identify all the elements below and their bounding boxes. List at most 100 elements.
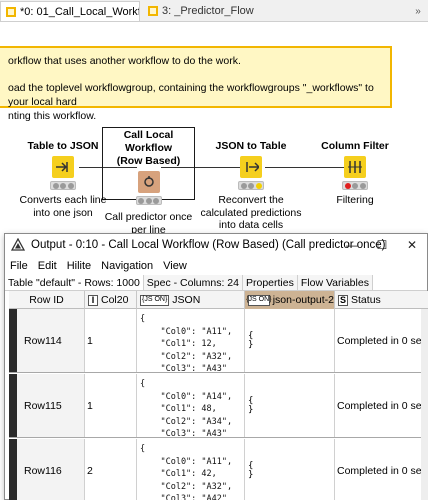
col20-cell: 1 <box>85 374 137 437</box>
tab-flow-variables[interactable]: Flow Variables <box>297 275 373 290</box>
table-row[interactable]: Row115 1 { "Col0": "A14", "Col1": 48, "C… <box>9 374 428 438</box>
json-value: { "Col0": "A11", "Col1": 12, "Col2": "A3… <box>140 314 233 372</box>
tab-table[interactable]: Table "default" - Rows: 1000 <box>5 275 144 290</box>
minimize-icon[interactable]: — <box>337 234 367 256</box>
node-title: Column Filter <box>321 140 389 152</box>
menu-file[interactable]: File <box>10 260 28 272</box>
table-header: Row ID I Col20 {JS ON} JSON {JS ON} json… <box>9 291 428 309</box>
col20-cell: 1 <box>85 309 137 372</box>
col20-value: 1 <box>87 334 93 347</box>
json-cell: { "Col0": "A14", "Col1": 48, "Col2": "A3… <box>137 374 245 437</box>
row-marker <box>9 309 17 372</box>
status-value: Completed in 0 secs <box>337 334 428 347</box>
node-title: Table to JSON <box>27 140 99 152</box>
col20-value: 1 <box>87 399 93 412</box>
row-marker <box>9 374 17 437</box>
row-id: Row116 <box>24 465 62 477</box>
column-header-label: Status <box>351 294 381 306</box>
description-line: nting this workflow. <box>8 110 97 122</box>
status-cell: Completed in 0 secs <box>335 374 428 437</box>
json-type-icon: {JS ON} <box>246 294 272 306</box>
menu-edit[interactable]: Edit <box>38 260 57 272</box>
vertical-scrollbar[interactable] <box>421 309 428 500</box>
dialog-title: Output - 0:10 - Call Local Workflow (Row… <box>31 239 386 251</box>
node-table-to-json[interactable]: Table to JSON Converts each line into on… <box>18 140 108 219</box>
node-json-to-table[interactable]: JSON to Table Reconvert the calculated p… <box>200 140 302 232</box>
row-id: Row115 <box>24 399 62 412</box>
integer-type-icon: I <box>88 294 98 306</box>
node-status-lights <box>135 196 162 205</box>
node-column-filter[interactable]: Column Filter Filtering <box>314 140 396 207</box>
row-marker <box>9 439 17 500</box>
close-icon[interactable]: ✕ <box>397 234 427 256</box>
tab-label: *0: 01_Call_Local_Workflow <box>20 5 140 18</box>
workflow-icon <box>5 6 17 18</box>
column-header-label: json-output-2 <box>272 294 334 306</box>
editor-tab-bar: *0: 01_Call_Local_Workflow ✕ 3: _Predict… <box>0 0 428 22</box>
json-output-value: { } <box>248 330 254 350</box>
node-label-text: Reconvert the calculated predictions int… <box>200 194 302 231</box>
knime-logo-icon <box>11 238 25 251</box>
json-value: { "Col0": "A11", "Col1": 42, "Col2": "A3… <box>140 444 233 500</box>
tab-overflow-icon[interactable]: » <box>408 0 428 22</box>
json-output-cell: { } <box>245 374 335 437</box>
row-id-cell: Row116 <box>9 439 85 500</box>
column-header-status[interactable]: S Status <box>335 291 428 309</box>
menu-view[interactable]: View <box>163 260 187 272</box>
data-table: Row ID I Col20 {JS ON} JSON {JS ON} json… <box>9 291 428 500</box>
node-label-text: Converts each line into one json <box>19 194 107 219</box>
node-label-text: Filtering <box>336 194 374 206</box>
tab-spec[interactable]: Spec - Columns: 24 <box>143 275 243 290</box>
status-value: Completed in 0 secs <box>337 399 428 412</box>
workflow-icon <box>147 5 159 17</box>
output-dialog: Output - 0:10 - Call Local Workflow (Row… <box>4 233 428 500</box>
table-row[interactable]: Row114 1 { "Col0": "A11", "Col1": 12, "C… <box>9 309 428 373</box>
column-header-label: Row ID <box>29 294 64 306</box>
tab-predictor-flow[interactable]: 3: _Predictor_Flow <box>143 1 263 21</box>
table-to-json-icon <box>52 156 74 178</box>
json-output-cell: { } <box>245 309 335 372</box>
call-workflow-icon <box>137 171 160 193</box>
node-label: Filtering <box>314 194 396 207</box>
description-line: oad the toplevel workflowgroup, containi… <box>8 82 374 108</box>
description-line: orkflow that uses another workflow to do… <box>8 55 241 67</box>
column-header-json[interactable]: {JS ON} JSON <box>137 291 245 309</box>
status-cell: Completed in 0 secs <box>335 309 428 372</box>
col20-value: 2 <box>87 465 93 477</box>
column-filter-icon <box>344 156 366 178</box>
workflow-description: orkflow that uses another workflow to do… <box>0 46 392 122</box>
tab-properties[interactable]: Properties <box>243 275 298 290</box>
status-cell: Completed in 0 secs <box>335 439 428 500</box>
node-status-lights <box>50 181 76 190</box>
json-to-table-icon <box>240 156 262 178</box>
row-id: Row114 <box>24 334 62 347</box>
column-header-col20[interactable]: I Col20 <box>85 291 137 309</box>
node-call-local-workflow[interactable]: Call Local Workflow (Row Based) Call pre… <box>102 129 195 236</box>
row-id-cell: Row114 <box>9 309 85 372</box>
col20-cell: 2 <box>85 439 137 500</box>
column-header-json-output[interactable]: {JS ON} json-output-2 <box>245 291 335 309</box>
status-value: Completed in 0 secs <box>337 465 428 477</box>
column-header-rowid[interactable]: Row ID <box>9 291 85 309</box>
menu-navigation[interactable]: Navigation <box>101 260 153 272</box>
dialog-title-bar[interactable]: Output - 0:10 - Call Local Workflow (Row… <box>5 234 427 256</box>
output-view-tabs: Table "default" - Rows: 1000 Spec - Colu… <box>5 275 427 291</box>
json-value: { "Col0": "A14", "Col1": 48, "Col2": "A3… <box>140 379 233 437</box>
maximize-icon[interactable]: ☐ <box>367 234 397 256</box>
json-output-cell: { } <box>245 439 335 500</box>
node-title: JSON to Table <box>215 140 287 152</box>
tab-call-local-workflow[interactable]: *0: 01_Call_Local_Workflow ✕ <box>0 1 140 21</box>
node-status-lights <box>342 181 368 190</box>
menu-bar: File Edit Hilite Navigation View <box>5 258 427 274</box>
menu-hilite[interactable]: Hilite <box>67 260 91 272</box>
json-output-value: { } <box>248 395 254 415</box>
json-cell: { "Col0": "A11", "Col1": 12, "Col2": "A3… <box>137 309 245 372</box>
knime-workbench: *0: 01_Call_Local_Workflow ✕ 3: _Predict… <box>0 0 428 500</box>
json-output-value: { } <box>248 461 254 480</box>
table-row[interactable]: Row116 2 { "Col0": "A11", "Col1": 42, "C… <box>9 439 428 500</box>
string-type-icon: S <box>338 294 349 306</box>
json-type-icon: {JS ON} <box>140 294 170 306</box>
column-header-label: Col20 <box>101 294 129 306</box>
json-cell: { "Col0": "A11", "Col1": 42, "Col2": "A3… <box>137 439 245 500</box>
row-id-cell: Row115 <box>9 374 85 437</box>
